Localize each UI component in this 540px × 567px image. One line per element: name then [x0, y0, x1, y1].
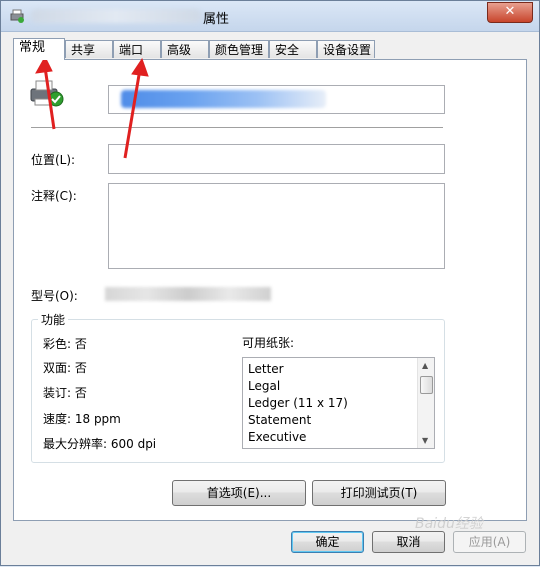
window-title: 属性 — [203, 12, 230, 27]
list-item[interactable]: Letter — [248, 362, 284, 376]
scroll-thumb[interactable] — [420, 376, 433, 394]
tab-advanced[interactable]: 高级 — [161, 40, 209, 58]
tab-device-settings[interactable]: 设备设置 — [317, 40, 375, 58]
feature-staple: 装订: 否 — [43, 386, 87, 400]
location-label: 位置(L): — [31, 153, 76, 167]
title-bar[interactable]: 属性 ✕ — [1, 1, 539, 32]
tab-security[interactable]: 安全 — [269, 40, 317, 58]
tab-sharing[interactable]: 共享 — [65, 40, 113, 58]
ok-button[interactable]: 确定 — [291, 531, 364, 553]
printer-properties-window: 属性 ✕ 常规 共享 端口 高级 颜色管理 安全 设备设置 位置(L): 注释(… — [0, 0, 540, 566]
tab-color-management[interactable]: 颜色管理 — [209, 40, 269, 58]
print-test-page-button[interactable]: 打印测试页(T) — [312, 480, 446, 506]
close-button[interactable]: ✕ — [487, 2, 533, 23]
redacted-printer-name-value — [121, 90, 326, 108]
paper-label: 可用纸张: — [242, 336, 295, 350]
feature-color: 彩色: 否 — [43, 337, 87, 351]
scroll-up-arrow-icon[interactable]: ▲ — [422, 361, 428, 370]
feature-max-resolution: 最大分辨率: 600 dpi — [43, 437, 157, 451]
apply-button[interactable]: 应用(A) — [453, 531, 526, 553]
cancel-button[interactable]: 取消 — [372, 531, 445, 553]
tab-general[interactable]: 常规 — [13, 38, 65, 60]
features-legend: 功能 — [38, 311, 69, 328]
separator — [31, 127, 443, 128]
list-item[interactable]: Ledger (11 x 17) — [248, 396, 348, 410]
list-item[interactable]: Executive — [248, 430, 306, 444]
comment-label: 注释(C): — [31, 189, 77, 203]
scroll-down-arrow-icon[interactable]: ▼ — [422, 436, 428, 445]
tab-ports[interactable]: 端口 — [113, 40, 161, 58]
feature-duplex: 双面: 否 — [43, 361, 87, 375]
printer-status-icon — [30, 80, 64, 107]
redacted-printer-name — [31, 9, 201, 23]
paper-list-scrollbar[interactable]: ▲ ▼ — [417, 358, 434, 448]
model-label: 型号(O): — [31, 289, 78, 303]
watermark: Baidu经验 — [415, 516, 483, 532]
paper-sizes-list[interactable]: Letter Legal Ledger (11 x 17) Statement … — [242, 357, 435, 449]
list-item[interactable]: Statement — [248, 413, 311, 427]
preferences-button[interactable]: 首选项(E)... — [172, 480, 306, 506]
feature-speed: 速度: 18 ppm — [43, 412, 121, 426]
printer-icon — [10, 9, 24, 23]
redacted-model-value — [105, 287, 271, 301]
comment-textarea[interactable] — [108, 183, 445, 269]
list-item[interactable]: Legal — [248, 379, 280, 393]
location-input[interactable] — [108, 144, 445, 174]
